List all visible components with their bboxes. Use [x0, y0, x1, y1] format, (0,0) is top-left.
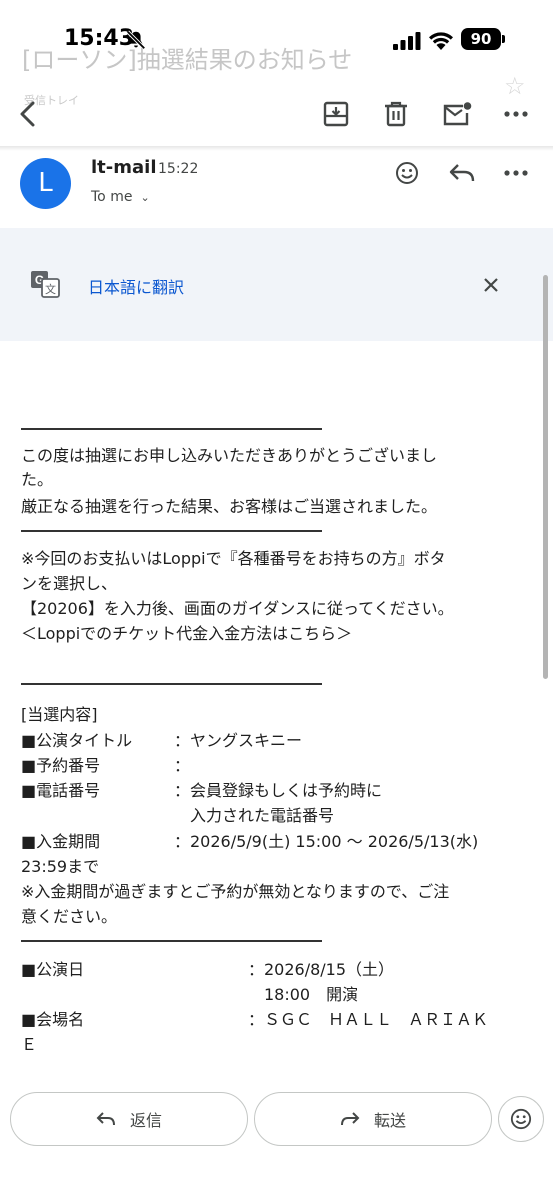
recipient-toggle[interactable]: To me ⌄: [91, 189, 150, 205]
field-value: ：2026/5/9(土) 15:00 ～ 2026/5/13(水): [174, 832, 479, 851]
body-text: ンを選択し、: [21, 574, 118, 593]
divider-rule: [21, 530, 322, 532]
body-text: この度は抽選にお申し込みいただきありがとうございまし: [21, 446, 438, 465]
body-text: ※入金期間が過ぎますとご予約が無効となりますので、ご注: [21, 882, 450, 901]
field-label: ■電話番号: [21, 781, 101, 800]
translate-icon: G 文: [31, 271, 60, 298]
email-subject-faded: [ローソン]抽選結果のお知らせ: [22, 46, 353, 74]
body-text: Ｅ: [21, 1035, 38, 1054]
field-label: ■会場名: [21, 1010, 85, 1029]
mark-unread-button[interactable]: [439, 96, 475, 132]
close-icon: [484, 278, 498, 292]
battery-indicator: 90: [461, 28, 501, 50]
field-label: ■予約番号: [21, 756, 101, 775]
toolbar-divider: [0, 146, 553, 151]
reply-button[interactable]: 返信: [10, 1092, 248, 1146]
body-text: 意ください。: [21, 907, 118, 926]
cellular-signal-icon: [393, 32, 421, 50]
divider-rule: [21, 683, 322, 685]
section-title: [当選内容]: [21, 705, 98, 724]
field-value: ：2026/8/15（土）: [248, 960, 395, 979]
body-text: ※今回のお支払いはLoppiで『各種番号をお持ちの方』ボタ: [21, 549, 446, 568]
divider-rule: [21, 428, 322, 430]
divider-rule: [21, 940, 322, 942]
sent-time: 15:22: [158, 161, 199, 177]
back-arrow-icon: [20, 101, 35, 127]
more-horiz-icon: [504, 170, 528, 176]
translate-link[interactable]: 日本語に翻訳: [88, 274, 184, 298]
sender-name[interactable]: lt-mail: [91, 157, 157, 178]
body-text: 【20206】を入力後、画面のガイダンスに従ってください。: [21, 599, 454, 618]
field-value: ：会員登録もしくは予約時に: [174, 781, 383, 800]
field-label: ■公演日: [21, 960, 85, 979]
emoji-icon: [396, 162, 418, 184]
message-more-button[interactable]: [499, 156, 533, 190]
avatar[interactable]: L: [20, 158, 71, 209]
battery-tip: [502, 35, 505, 43]
wifi-icon: [429, 32, 453, 50]
emoji-icon: [510, 1108, 532, 1130]
archive-button[interactable]: [318, 96, 354, 132]
field-value: ：ＳＧＣ ＨＡＬＬ ＡＲＩＡＫ: [248, 1010, 489, 1029]
toolbar: [0, 88, 553, 144]
reply-button-header[interactable]: [445, 156, 479, 190]
field-value: 18:00 開演: [264, 985, 359, 1004]
reply-label: 返信: [129, 1111, 162, 1130]
scrollbar[interactable]: [543, 275, 548, 679]
field-label: ■公演タイトル: [21, 731, 133, 750]
recipient-label: To me: [91, 189, 133, 205]
forward-icon: [340, 1112, 360, 1126]
field-value: ：ヤングスキニー: [174, 731, 303, 750]
translate-banner: G 文 日本語に翻訳: [0, 228, 553, 341]
payment-method-link[interactable]: ＜Loppiでのチケット代金入金方法はこちら＞: [21, 623, 352, 645]
reply-icon: [96, 1112, 115, 1126]
body-text: た。: [21, 470, 54, 489]
archive-icon: [323, 101, 349, 127]
delete-button[interactable]: [378, 96, 414, 132]
emoji-reaction-button[interactable]: [498, 1096, 544, 1142]
forward-button[interactable]: 転送: [254, 1092, 492, 1146]
mark-unread-icon: [443, 102, 472, 126]
forward-label: 転送: [373, 1111, 406, 1130]
more-horiz-icon: [504, 111, 528, 117]
close-translate-button[interactable]: [476, 270, 506, 300]
back-button[interactable]: [10, 96, 46, 132]
more-options-button[interactable]: [498, 96, 534, 132]
field-value: ：: [174, 756, 191, 775]
field-value: 入力された電話番号: [190, 806, 335, 825]
add-reaction-button[interactable]: [390, 156, 424, 190]
trash-icon: [385, 101, 407, 127]
svg-text:文: 文: [45, 282, 56, 296]
body-text: 厳正なる抽選を行った結果、お客様はご当選されました。: [21, 497, 438, 516]
field-label: ■入金期間: [21, 832, 101, 851]
body-text: 23:59まで: [21, 857, 100, 876]
chevron-down-icon: ⌄: [140, 191, 150, 204]
reply-icon: [449, 164, 475, 182]
